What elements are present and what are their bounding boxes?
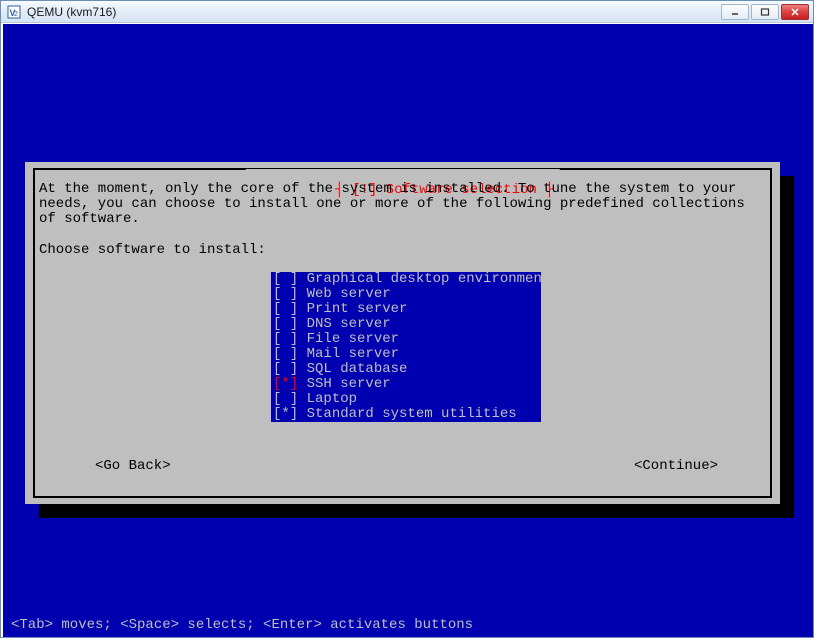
app-icon: V 2 <box>7 5 21 19</box>
window-title: QEMU (kvm716) <box>27 5 116 19</box>
checkbox-icon: [ ] <box>273 346 298 362</box>
prompt-text: Choose software to install: <box>39 242 766 258</box>
footer-hint: <Tab> moves; <Space> selects; <Enter> ac… <box>11 617 473 633</box>
option-label: DNS server <box>298 316 390 332</box>
checkbox-icon: [ ] <box>273 301 298 317</box>
option-laptop[interactable]: [ ] Laptop <box>271 392 541 407</box>
option-print-server[interactable]: [ ] Print server <box>271 302 541 317</box>
option-sql-database[interactable]: [ ] SQL database <box>271 362 541 377</box>
checkbox-icon: [ ] <box>273 286 298 302</box>
option-dns-server[interactable]: [ ] DNS server <box>271 317 541 332</box>
software-selection-dialog: ┤ [!] Software selection ├ At the moment… <box>25 162 780 504</box>
option-label: Mail server <box>298 346 399 362</box>
option-mail-server[interactable]: [ ] Mail server <box>271 347 541 362</box>
svg-text:2: 2 <box>14 11 18 18</box>
vm-screen: ┤ [!] Software selection ├ At the moment… <box>3 24 813 637</box>
option-label: File server <box>298 331 399 347</box>
option-label: Web server <box>298 286 390 302</box>
option-graphical-desktop-environment[interactable]: [ ] Graphical desktop environment <box>271 272 541 287</box>
option-ssh-server[interactable]: [*] SSH server <box>271 377 541 392</box>
window-frame: V 2 QEMU (kvm716) <box>0 0 814 638</box>
checkbox-icon: [ ] <box>273 271 298 287</box>
option-file-server[interactable]: [ ] File server <box>271 332 541 347</box>
checkbox-icon: [ ] <box>273 331 298 347</box>
option-label: SQL database <box>298 361 407 377</box>
option-list[interactable]: [ ] Graphical desktop environment[ ] Web… <box>271 272 541 422</box>
checkbox-icon: [*] <box>273 376 298 392</box>
option-label: Graphical desktop environment <box>298 271 550 287</box>
checkbox-icon: [ ] <box>273 391 298 407</box>
close-button[interactable] <box>781 4 809 20</box>
checkbox-icon: [ ] <box>273 361 298 377</box>
option-standard-system-utilities[interactable]: [*] Standard system utilities <box>271 407 541 422</box>
maximize-button[interactable] <box>751 4 779 20</box>
option-label: Print server <box>298 301 407 317</box>
titlebar[interactable]: V 2 QEMU (kvm716) <box>1 1 813 23</box>
window-controls <box>721 4 809 20</box>
option-web-server[interactable]: [ ] Web server <box>271 287 541 302</box>
option-label: Laptop <box>298 391 357 407</box>
checkbox-icon: [ ] <box>273 316 298 332</box>
continue-button[interactable]: <Continue> <box>634 458 718 474</box>
minimize-button[interactable] <box>721 4 749 20</box>
go-back-button[interactable]: <Go Back> <box>95 458 171 474</box>
option-label: Standard system utilities <box>298 406 516 422</box>
checkbox-icon: [*] <box>273 406 298 422</box>
option-label: SSH server <box>298 376 390 392</box>
intro-text: At the moment, only the core of the syst… <box>39 182 766 227</box>
